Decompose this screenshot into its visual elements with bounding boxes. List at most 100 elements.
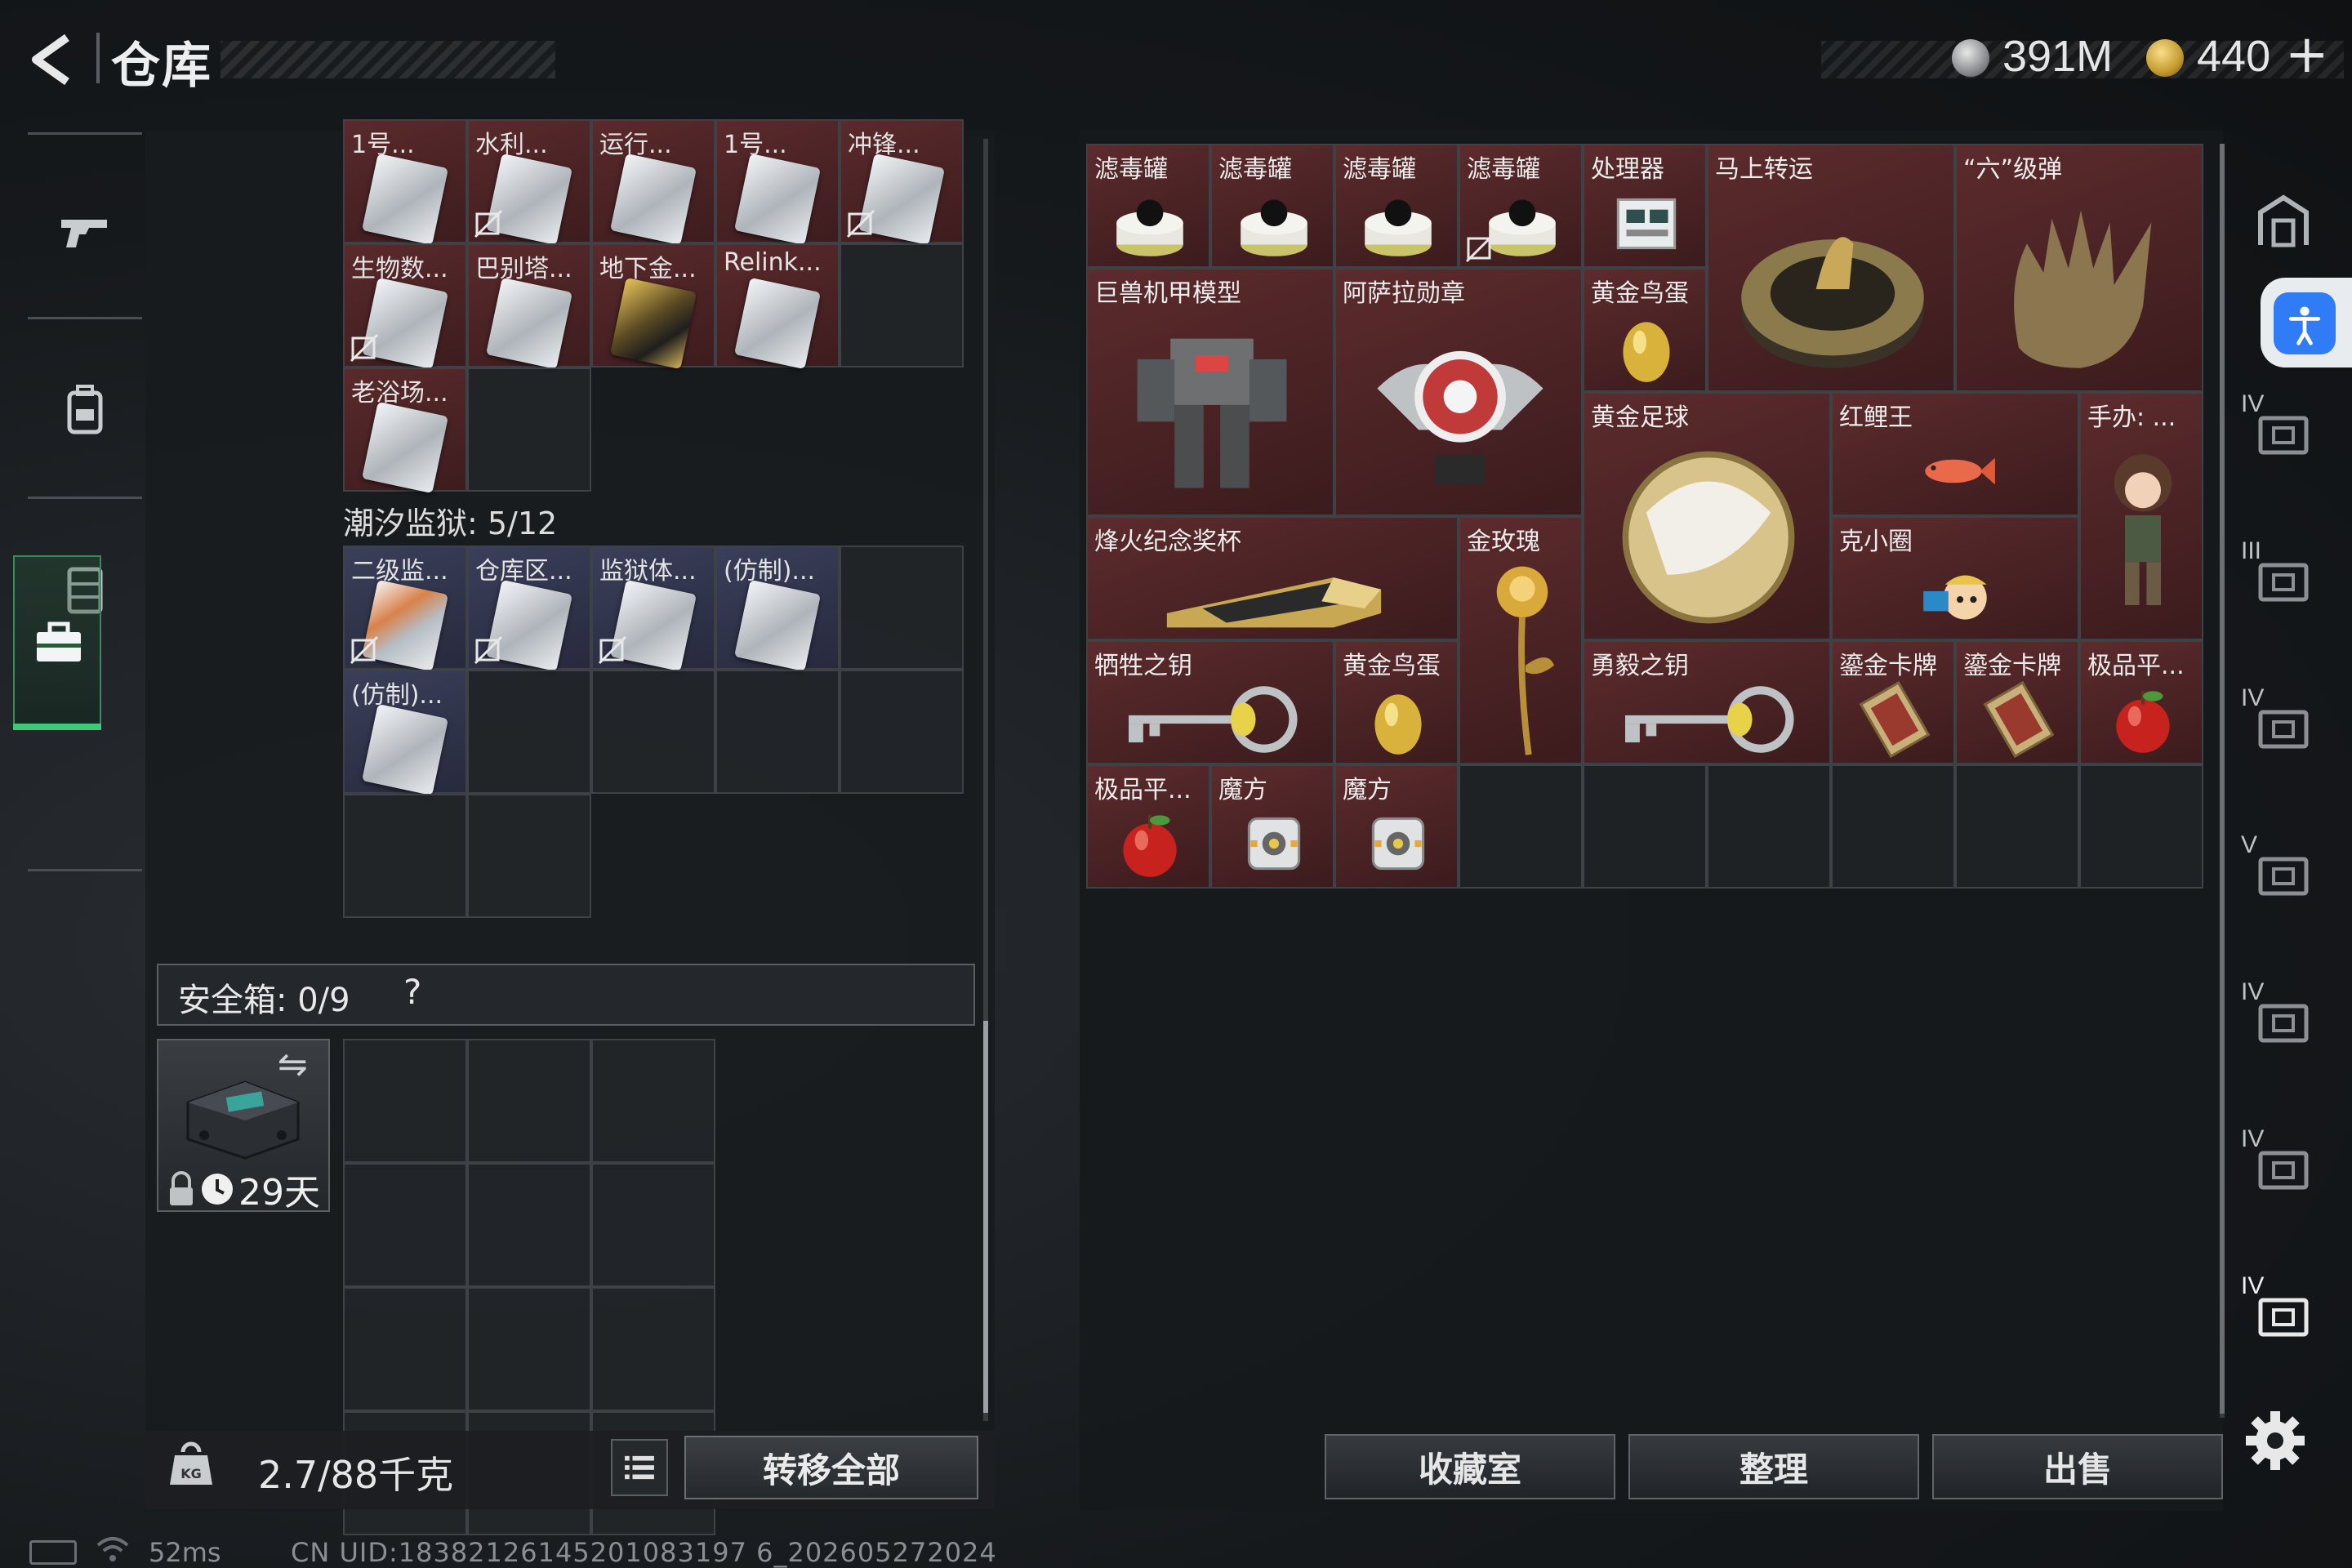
container-item[interactable]: 地下金... <box>591 243 715 370</box>
stash-item-mecha[interactable]: 巨兽机甲模型 <box>1086 268 1334 516</box>
mecha-icon <box>1108 305 1316 514</box>
add-currency-button[interactable]: + <box>2285 24 2329 85</box>
safe-box-slot[interactable] <box>467 1039 591 1163</box>
container-item[interactable]: 巴别塔... <box>467 243 591 370</box>
storage-tier-label: IV <box>2241 1272 2265 1299</box>
nav-active-indicator <box>13 724 101 730</box>
empty-slot[interactable] <box>1831 764 1955 889</box>
item-name: 烽火纪念奖杯 <box>1094 528 1241 556</box>
empty-slot[interactable] <box>2079 764 2203 889</box>
safe-box-slot[interactable] <box>591 1163 715 1287</box>
nav-divider <box>28 869 142 871</box>
apple-icon <box>1108 802 1192 887</box>
container-item[interactable]: 水利... <box>467 119 591 246</box>
back-arrow-icon <box>32 33 69 86</box>
gear-icon <box>2246 1411 2305 1470</box>
gun-icon <box>61 220 107 247</box>
plate-icon <box>1977 678 2060 763</box>
stash-item-plate[interactable]: 鎏金卡牌 <box>1831 640 1955 764</box>
stash-item-canister[interactable]: 滤毒罐 <box>1459 144 1583 268</box>
stash-item-key[interactable]: 牺牲之钥 <box>1086 640 1334 764</box>
accessibility-icon[interactable] <box>2274 292 2336 354</box>
transfer-all-button[interactable]: 转移全部 <box>684 1436 978 1499</box>
stash-item-toy[interactable]: 克小圈 <box>1831 516 2079 640</box>
stash-item-key[interactable]: 勇毅之钥 <box>1583 640 1831 764</box>
container-item[interactable]: (仿制)... <box>343 670 467 796</box>
stash-item-apple[interactable]: 极品平... <box>2079 640 2203 764</box>
medal-icon <box>1356 305 1564 514</box>
stash-item-coin[interactable]: 马上转运 <box>1707 144 1955 392</box>
stash-item-canister[interactable]: 滤毒罐 <box>1210 144 1334 268</box>
container-item[interactable]: 监狱体... <box>591 546 715 672</box>
empty-slot <box>715 670 840 794</box>
silver-coin-icon <box>1952 39 1989 77</box>
safe-box-slot[interactable] <box>467 1163 591 1287</box>
container-item[interactable]: 老浴场... <box>343 368 467 494</box>
stash-item-figure[interactable]: 手办: ... <box>2079 392 2203 640</box>
left-scrollbar-thumb[interactable] <box>983 1021 988 1413</box>
container-item[interactable]: 运行... <box>591 119 715 246</box>
stash-item-football[interactable]: 黄金足球 <box>1583 392 1831 640</box>
stash-item-rose[interactable]: 金玫瑰 <box>1459 516 1583 764</box>
item-name: (仿制)... <box>351 681 443 710</box>
stash-item-trophy[interactable]: 烽火纪念奖杯 <box>1086 516 1459 640</box>
stash-item-canister[interactable]: 滤毒罐 <box>1086 144 1210 268</box>
container-item[interactable]: 冲锋... <box>840 119 964 246</box>
nav-item-weapons[interactable] <box>28 149 142 312</box>
back-button[interactable] <box>24 31 82 88</box>
cube-icon <box>1232 802 1316 887</box>
sell-button[interactable]: 出售 <box>1932 1434 2223 1499</box>
stash-item-cube[interactable]: 魔方 <box>1210 764 1334 889</box>
nav-item-toolbox[interactable] <box>13 555 101 728</box>
empty-slot[interactable] <box>1955 764 2079 889</box>
backpack-icon <box>67 385 103 434</box>
stash-item-medal[interactable]: 阿萨拉勋章 <box>1334 268 1583 516</box>
safe-box-label: 安全箱: 0/9 <box>178 982 350 1019</box>
container-item[interactable]: (仿制)... <box>715 546 840 672</box>
container-item[interactable]: 仓库区... <box>467 546 591 672</box>
stash-item-glove[interactable]: “六”级弹 <box>1955 144 2203 392</box>
collection-room-button[interactable]: 收藏室 <box>1325 1434 1615 1499</box>
empty-slot[interactable] <box>1459 764 1583 889</box>
container-item[interactable]: 1号... <box>715 119 840 246</box>
stash-item-egg[interactable]: 黄金鸟蛋 <box>1334 640 1459 764</box>
item-name: 黄金足球 <box>1591 403 1689 432</box>
safe-box-slot[interactable] <box>343 1287 467 1411</box>
unbound-icon <box>350 333 379 363</box>
safe-box-slot[interactable] <box>343 1163 467 1287</box>
list-view-button[interactable] <box>611 1439 668 1496</box>
empty-slot[interactable] <box>1583 764 1707 889</box>
safe-box-slot[interactable] <box>343 1039 467 1163</box>
stash-item-egg[interactable]: 黄金鸟蛋 <box>1583 268 1707 392</box>
key-icon <box>1096 678 1328 763</box>
ping-value: 52ms <box>149 1537 221 1568</box>
right-scrollbar-thumb[interactable] <box>2220 144 2225 1414</box>
help-icon[interactable]: ? <box>403 972 421 1012</box>
item-name: 滤毒罐 <box>1467 155 1540 184</box>
stash-item-canister[interactable]: 滤毒罐 <box>1334 144 1459 268</box>
title-divider <box>96 33 100 83</box>
container-item[interactable]: 生物数... <box>343 243 467 370</box>
item-name: 巨兽机甲模型 <box>1094 279 1241 308</box>
container-item[interactable]: 二级监... <box>343 546 467 672</box>
nav-divider <box>28 317 142 319</box>
egg-icon <box>1356 678 1440 763</box>
safe-box-slot[interactable] <box>591 1039 715 1163</box>
weight-value: 2.7/88千克 <box>258 1453 454 1497</box>
empty-slot[interactable] <box>1707 764 1831 889</box>
rose-icon <box>1468 554 1576 763</box>
settings-button[interactable] <box>2241 1406 2310 1475</box>
sort-button[interactable]: 整理 <box>1628 1434 1919 1499</box>
stash-item-processor[interactable]: 处理器 <box>1583 144 1707 268</box>
safe-box-slot[interactable] <box>467 1287 591 1411</box>
stash-item-apple[interactable]: 极品平... <box>1086 764 1210 889</box>
container-item[interactable]: 1号... <box>343 119 467 246</box>
nav-item-backpack[interactable] <box>28 328 142 492</box>
swap-icon[interactable]: ⇋ <box>278 1044 308 1085</box>
safe-box-slot[interactable] <box>591 1287 715 1411</box>
stash-item-fish[interactable]: 红鲤王 <box>1831 392 2079 516</box>
container-item[interactable]: Relink... <box>715 243 840 370</box>
stash-item-plate[interactable]: 鎏金卡牌 <box>1955 640 2079 764</box>
sidebar-item-stash-home[interactable] <box>2234 172 2332 270</box>
stash-item-cube[interactable]: 魔方 <box>1334 764 1459 889</box>
